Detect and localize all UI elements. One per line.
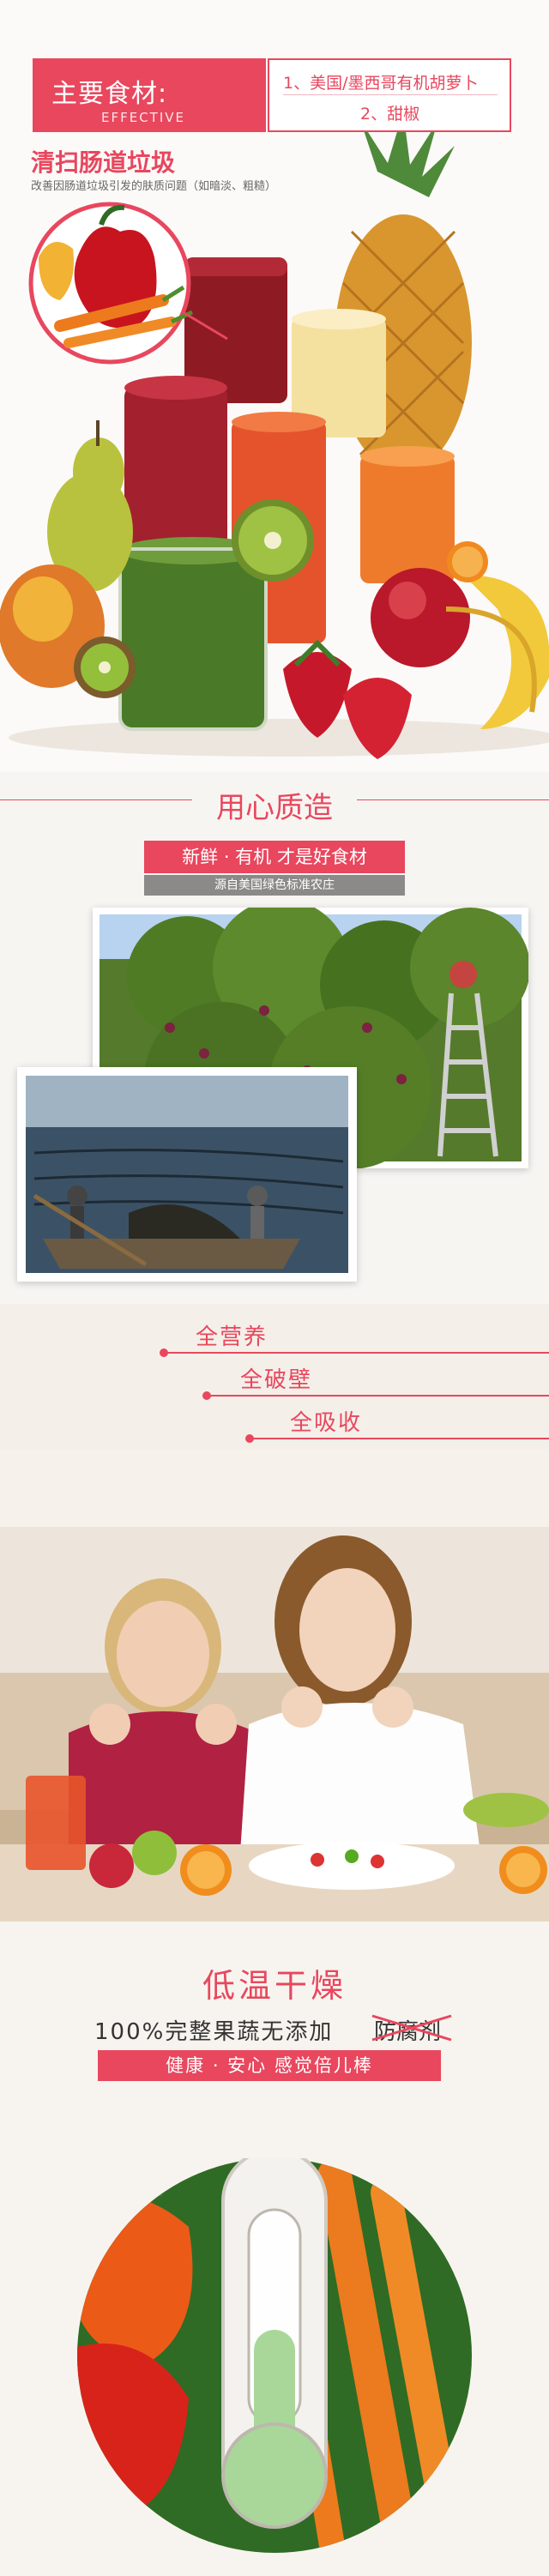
harvest-photo <box>26 1076 348 1273</box>
no-additive-tagline: 100%完整果蔬无添加 <box>94 2019 334 2045</box>
orange-slice-image <box>447 541 488 582</box>
thermometer-icon <box>221 2158 328 2529</box>
nutrition-dot-1 <box>160 1348 168 1357</box>
ingredients-section: 主要食材: EFFECTIVE 1、美国/墨西哥有机胡萝卜 2、甜椒 清扫肠道垃… <box>0 0 549 772</box>
juice-fruit-illustration <box>0 129 549 759</box>
harvest-photo-frame <box>17 1067 357 1282</box>
apple-image <box>371 568 470 667</box>
ingredient-item-2: 2、甜椒 <box>360 105 420 124</box>
main-ingredients-title: 主要食材: <box>51 79 168 109</box>
thermometer-veggies-image <box>77 2158 472 2553</box>
clean-intestine-title: 清扫肠道垃圾 <box>31 148 176 177</box>
health-banner: 健康 · 安心 感觉倍儿棒 <box>98 2050 441 2081</box>
clean-intestine-subtitle: 改善因肠道垃圾引发的肤质问题（如暗淡、粗糙） <box>31 180 277 193</box>
main-ingredients-subtitle: EFFECTIVE <box>101 110 186 125</box>
kiwi-slice-image <box>232 499 314 582</box>
juice-glass-image <box>26 1776 86 1870</box>
fresh-organic-banner: 新鲜 · 有机 才是好食材 <box>144 841 405 873</box>
carrot-juice-glass <box>360 446 455 583</box>
nutrition-line-1 <box>163 1352 549 1354</box>
nutrition-line-3 <box>249 1438 549 1439</box>
low-temp-section: 低温干燥 100%完整果蔬无添加 防腐剂 健康 · 安心 感觉倍儿棒 <box>0 1921 549 2576</box>
craft-title: 用心质造 <box>216 791 333 825</box>
nutrition-dot-3 <box>245 1434 254 1443</box>
red-juice-glass <box>124 376 227 558</box>
low-temp-title: 低温干燥 <box>202 1967 347 2005</box>
ingredient-divider <box>283 94 498 95</box>
salad-plate-image <box>249 1842 455 1890</box>
kiwi-half-image <box>74 636 136 698</box>
mother-daughter-photo <box>0 1450 549 1921</box>
ingredient-item-1: 1、美国/墨西哥有机胡萝卜 <box>283 74 479 93</box>
nutrition-section: 全营养 全破壁 全吸收 <box>0 1304 549 1921</box>
craft-section: 用心质造 新鲜 · 有机 才是好食材 源自美国绿色标准农庄 <box>0 772 549 1304</box>
nutrition-item-1: 全营养 <box>196 1324 268 1350</box>
nutrition-line-2 <box>206 1395 549 1397</box>
nutrition-dot-2 <box>202 1391 211 1400</box>
farm-source-banner: 源自美国绿色标准农庄 <box>144 875 405 896</box>
nutrition-item-3: 全吸收 <box>290 1410 363 1436</box>
strike-cross-icon <box>371 2014 452 2042</box>
nutrition-item-2: 全破壁 <box>240 1367 313 1393</box>
